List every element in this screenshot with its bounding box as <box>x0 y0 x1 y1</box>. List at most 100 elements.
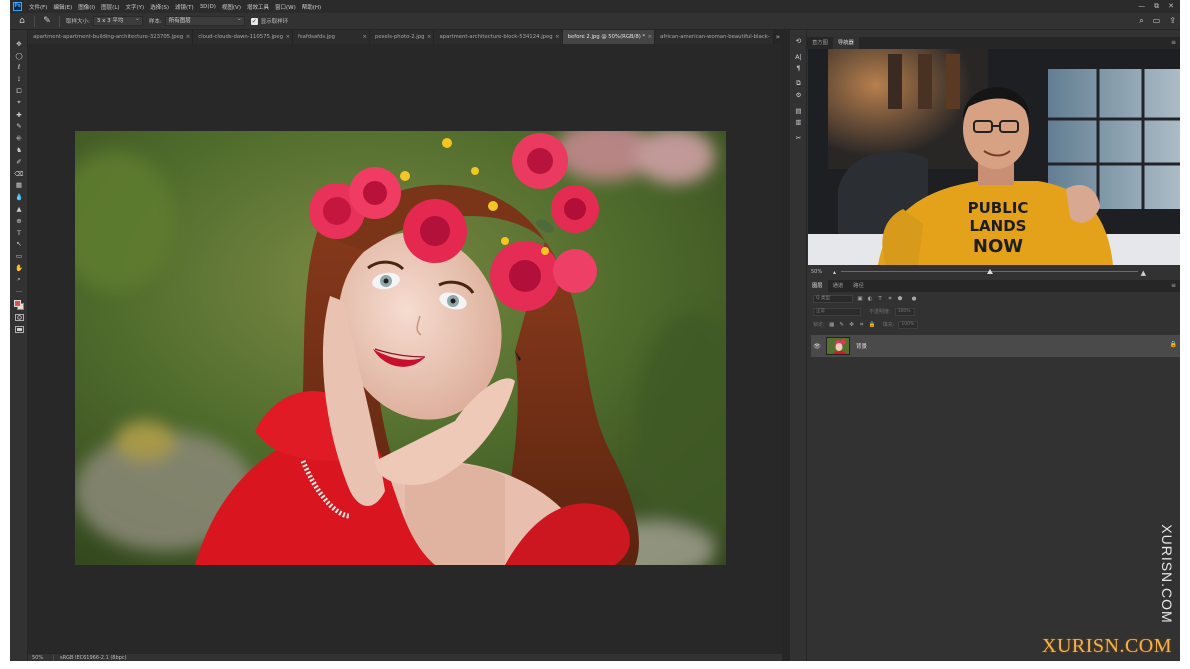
gradient-tool-icon[interactable]: ▦ <box>10 180 28 192</box>
dodge-tool-icon[interactable]: ⊕ <box>10 215 28 227</box>
search-icon[interactable]: ⌕ <box>1139 16 1143 26</box>
menu-type[interactable]: 文字(Y) <box>123 3 148 11</box>
menu-3d[interactable]: 3D(D) <box>197 4 219 10</box>
screen-mode-icon[interactable] <box>10 323 28 335</box>
path-select-tool-icon[interactable]: ↖ <box>10 239 28 251</box>
fill-input[interactable]: 100% <box>898 320 919 329</box>
lock-transparency-icon[interactable]: ▦ <box>829 322 835 328</box>
layer-name[interactable]: 背景 <box>856 342 867 350</box>
tab-histogram[interactable]: 直方图 <box>807 37 833 49</box>
eyedropper-tool-icon[interactable]: ✎ <box>41 15 53 27</box>
close-tab-icon[interactable]: × <box>285 30 290 44</box>
paragraph-panel-icon[interactable]: ¶ <box>790 62 807 73</box>
tab-document-active[interactable]: before 2.jpg @ 50%(RGB/8) * × <box>562 30 656 44</box>
adjustment-filter-icon[interactable]: ◐ <box>867 296 873 302</box>
sharpen-tool-icon[interactable]: ▲ <box>10 203 28 215</box>
menu-filter[interactable]: 滤镜(T) <box>172 3 197 11</box>
restore-icon[interactable]: ⧉ <box>1154 2 1159 11</box>
hand-tool-icon[interactable]: ✋ <box>10 262 28 274</box>
move-tool-icon[interactable]: ✥ <box>10 38 28 50</box>
stamp-tool-icon[interactable]: ⎆ <box>10 132 28 144</box>
pixel-filter-icon[interactable]: ▣ <box>857 296 863 302</box>
lock-pixels-icon[interactable]: ✎ <box>839 322 845 328</box>
quick-select-tool-icon[interactable]: ⟟ <box>10 73 28 85</box>
menu-view[interactable]: 视图(V) <box>219 3 244 11</box>
lasso-tool-icon[interactable]: ℓ <box>10 62 28 74</box>
brush-tool-icon[interactable]: ✎ <box>10 121 28 133</box>
panel-dock-collapse[interactable] <box>782 30 790 661</box>
lock-position-icon[interactable]: ✥ <box>849 322 855 328</box>
close-icon[interactable]: ✕ <box>1168 2 1174 11</box>
tools-panel-icon[interactable]: ✂ <box>790 132 807 143</box>
tab-navigator[interactable]: 导航器 <box>832 37 859 49</box>
character-panel-icon[interactable]: A| <box>790 51 807 62</box>
pencil-tool-icon[interactable]: ✐ <box>10 156 28 168</box>
navigator-preview[interactable]: PUBLIC LANDS NOW <box>808 49 1180 265</box>
type-filter-icon[interactable]: T <box>877 296 883 302</box>
libraries-panel-icon[interactable]: ⧉ <box>790 78 807 89</box>
close-tab-icon[interactable]: × <box>648 30 653 44</box>
crop-tool-icon[interactable]: ⧠ <box>10 85 28 97</box>
shape-tool-icon[interactable]: ▭ <box>10 250 28 262</box>
menu-edit[interactable]: 编辑(E) <box>50 3 75 11</box>
quick-mask-icon[interactable] <box>10 312 28 324</box>
menu-plugins[interactable]: 增效工具 <box>244 3 272 11</box>
swatches-panel-icon[interactable]: ▥ <box>790 116 807 127</box>
workspace-icon[interactable]: ▭ <box>1153 16 1161 26</box>
menu-window[interactable]: 窗口(W) <box>272 3 299 11</box>
eraser-tool-icon[interactable]: ⌫ <box>10 168 28 180</box>
slider-thumb[interactable] <box>986 269 993 274</box>
lock-artboard-icon[interactable]: ⌗ <box>859 322 865 328</box>
blur-tool-icon[interactable]: 💧 <box>10 191 28 203</box>
close-tab-icon[interactable]: × <box>362 30 367 44</box>
menu-select[interactable]: 选择(S) <box>147 3 172 11</box>
tab-paths[interactable]: 路径 <box>848 280 869 292</box>
panel-menu-icon[interactable]: ≡ <box>1171 37 1176 49</box>
tab-layers[interactable]: 图层 <box>807 280 828 292</box>
document-canvas[interactable] <box>75 131 726 565</box>
tab-channels[interactable]: 通道 <box>828 280 849 292</box>
close-tab-icon[interactable]: × <box>186 30 191 44</box>
layer-filter-select[interactable]: Q 类型 <box>813 294 853 303</box>
marquee-tool-icon[interactable]: ◯ <box>10 50 28 62</box>
smart-object-filter-icon[interactable]: ⬟ <box>897 296 903 302</box>
sample-select[interactable]: 所有图层 <box>164 15 245 26</box>
history-brush-tool-icon[interactable]: ♞ <box>10 144 28 156</box>
type-tool-icon[interactable]: T <box>10 227 28 239</box>
show-sampling-ring-checkbox[interactable]: ✓ <box>250 17 258 25</box>
tab-document[interactable]: apartment-architecture-block-534124.jpeg… <box>434 30 563 44</box>
foreground-color-swatch[interactable] <box>14 299 21 307</box>
minimize-icon[interactable]: — <box>1138 2 1145 11</box>
tab-overflow-icon[interactable]: » <box>776 30 780 44</box>
tab-document[interactable]: african-american-woman-beautiful-black- <box>655 30 774 44</box>
navigator-zoom-slider[interactable]: ▴ ▲ <box>833 269 1146 277</box>
status-zoom[interactable]: 50% <box>28 654 54 661</box>
shape-filter-icon[interactable]: ⌗ <box>887 296 893 302</box>
zoom-in-icon[interactable]: ▲ <box>1141 269 1146 277</box>
menu-file[interactable]: 文件(F) <box>26 3 50 11</box>
blend-mode-select[interactable]: 正常 <box>813 307 861 316</box>
navigator-zoom-value[interactable]: 50% <box>807 269 833 275</box>
zoom-out-icon[interactable]: ▴ <box>833 269 836 276</box>
menu-help[interactable]: 帮助(H) <box>299 3 324 11</box>
canvas-area[interactable] <box>28 44 782 653</box>
lock-all-icon[interactable]: 🔒 <box>869 322 876 328</box>
zoom-tool-icon[interactable]: ⌕ <box>10 274 28 286</box>
tab-document[interactable]: cloud-clouds-dawn-110575.jpeg × <box>193 30 294 44</box>
close-tab-icon[interactable]: × <box>555 30 560 44</box>
healing-tool-icon[interactable]: ✚ <box>10 109 28 121</box>
share-icon[interactable]: ⇪ <box>1169 16 1176 26</box>
opacity-input[interactable]: 100% <box>894 307 915 316</box>
tab-document[interactable]: apartment-apartment-building-architectur… <box>28 30 194 44</box>
history-panel-icon[interactable]: ⟲ <box>790 35 807 46</box>
tab-document[interactable]: pexels-photo-2.jpg × <box>370 30 435 44</box>
more-tools-icon[interactable]: ··· <box>10 286 28 298</box>
panel-menu-icon[interactable]: ≡ <box>1171 280 1176 292</box>
visibility-eye-icon[interactable]: 👁 <box>811 343 823 350</box>
properties-panel-icon[interactable]: ▤ <box>790 105 807 116</box>
adjustments-panel-icon[interactable]: ⚙ <box>790 89 807 100</box>
sample-size-select[interactable]: 3 x 3 平均 <box>92 15 143 26</box>
menu-image[interactable]: 图像(I) <box>75 3 98 11</box>
layer-row-background[interactable]: 👁 背景 🔒 <box>811 335 1180 357</box>
close-tab-icon[interactable]: × <box>427 30 432 44</box>
